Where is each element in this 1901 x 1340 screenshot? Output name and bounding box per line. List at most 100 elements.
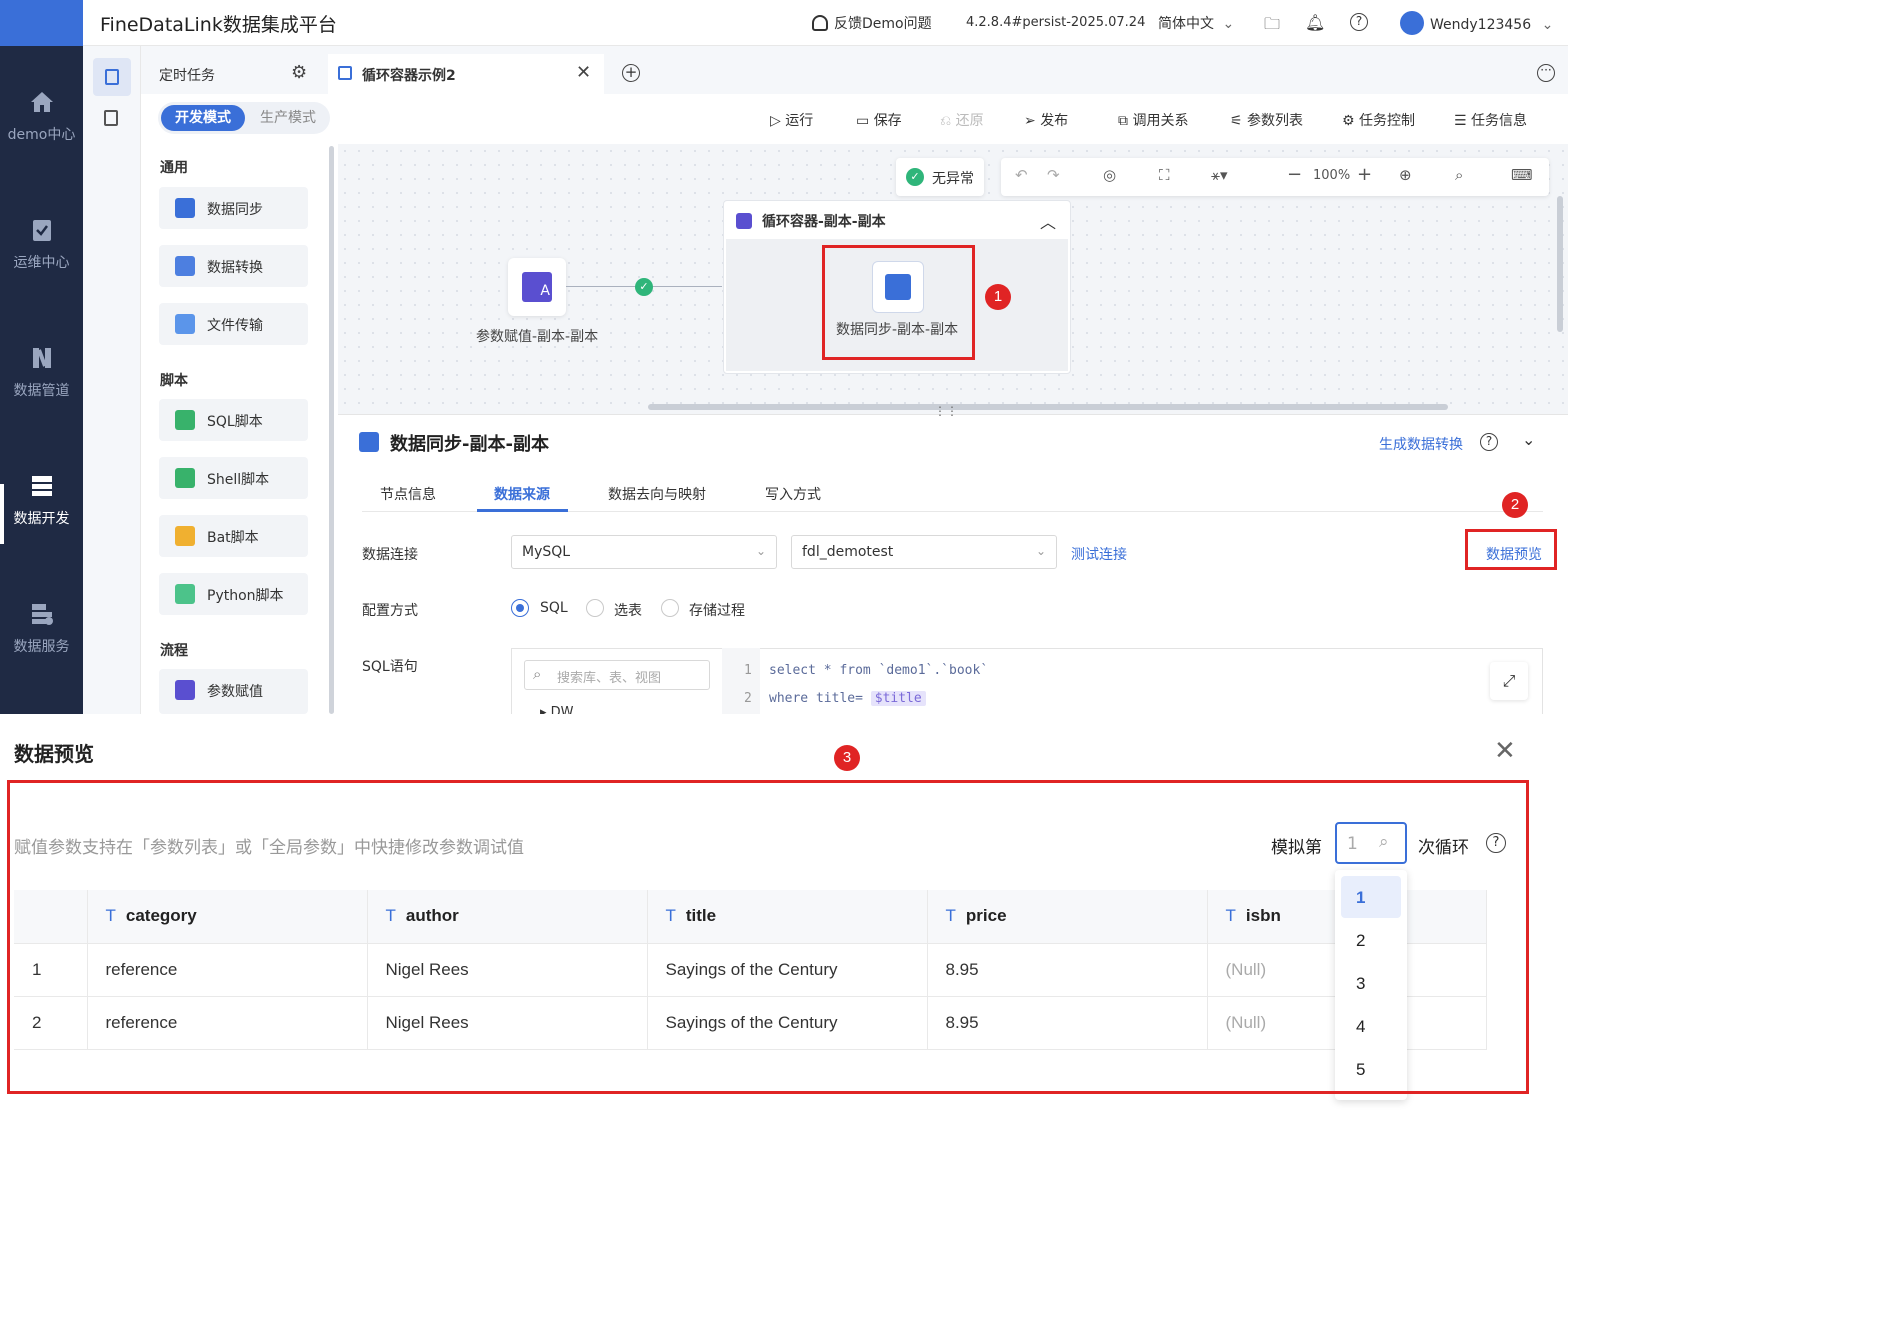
radio-procedure[interactable] [661, 599, 679, 617]
canvas-vscrollbar[interactable] [1557, 196, 1563, 332]
params-label: 参数列表 [1247, 113, 1304, 129]
feedback-link[interactable]: 反馈Demo问题 [812, 13, 932, 33]
more-icon[interactable]: ··· [1537, 64, 1555, 82]
python-icon [175, 584, 195, 604]
tab-data-target[interactable]: 数据去向与映射 [608, 484, 706, 504]
tab-node-info[interactable]: 节点信息 [380, 484, 436, 504]
db-type-select[interactable]: MySQL ⌄ [511, 535, 777, 569]
db-type-value: MySQL [522, 544, 571, 560]
save-label: 保存 [873, 113, 902, 129]
sidebar-item-service[interactable]: 数据服务 [0, 600, 83, 656]
canvas-hscrollbar[interactable] [648, 404, 1448, 410]
close-icon[interactable]: ✕ [1494, 736, 1516, 766]
param-node-label: 参数赋值-副本-副本 [476, 329, 599, 345]
fit-view-icon[interactable]: ⛶ [1159, 166, 1170, 184]
sidebar-item-datadev[interactable]: 数据开发 [0, 472, 83, 528]
node-bat-script[interactable]: Bat脚本 [159, 515, 308, 557]
zoom-in-icon[interactable]: + [1357, 164, 1372, 185]
sidebar-item-ops[interactable]: 运维中心 [0, 216, 83, 272]
group-script: 脚本 [160, 373, 188, 389]
fingerprint-icon[interactable]: ◎ [1103, 166, 1116, 184]
add-tab-button[interactable]: + [622, 64, 640, 82]
chevron-down-icon: ⌄ [1035, 544, 1046, 558]
zoom-level: 100% [1313, 168, 1351, 183]
document-icon[interactable] [104, 110, 118, 126]
generate-transform-link[interactable]: 生成数据转换 [1379, 434, 1463, 454]
params-button[interactable]: ⚟ 参数列表 [1230, 110, 1303, 130]
expand-icon[interactable]: ⤢ [1490, 662, 1528, 700]
prod-mode-button[interactable]: 生产模式 [250, 105, 326, 131]
help-icon[interactable]: ? [1480, 433, 1498, 451]
chevron-down-icon: ⌄ [1222, 16, 1235, 32]
tab-loop-example[interactable]: 循环容器示例2 ✕ [328, 54, 604, 94]
param-assign-icon: A [522, 272, 552, 302]
user-menu[interactable]: Wendy123456 ⌄ [1400, 11, 1553, 35]
properties-title: 数据同步-副本-副本 [390, 434, 549, 455]
search-icon[interactable]: ⌕ [1455, 166, 1463, 184]
data-dev-icon [31, 476, 52, 496]
task-list-icon[interactable] [93, 58, 131, 96]
radio-table-label: 选表 [614, 603, 642, 619]
node-data-sync[interactable]: 数据同步 [159, 187, 308, 229]
tree-item[interactable]: ▸ DW [540, 704, 574, 714]
sidebar-item-demo[interactable]: demo中心 [0, 88, 83, 144]
collapse-chevron-icon[interactable]: ⌄ [1522, 430, 1535, 449]
resize-handle-icon[interactable]: ⋮⋮ [934, 404, 958, 418]
db-name-select[interactable]: fdl_demotest ⌄ [791, 535, 1057, 569]
close-icon[interactable]: ✕ [576, 62, 591, 83]
send-icon: ➢ [1024, 113, 1041, 129]
radio-table[interactable] [586, 599, 604, 617]
chevron-up-icon[interactable]: ︿ [1040, 209, 1056, 233]
bell-icon[interactable]: 🔔︎ [1305, 13, 1325, 32]
mode-switch[interactable]: 开发模式 生产模式 [158, 102, 330, 134]
node-python-script[interactable]: Python脚本 [159, 573, 308, 615]
folder-upload-icon [175, 314, 195, 334]
node-data-transform[interactable]: 数据转换 [159, 245, 308, 287]
folder-icon[interactable]: 🗀 [1264, 13, 1280, 40]
language-select[interactable]: 简体中文 ⌄ [1158, 13, 1234, 33]
task-info-button[interactable]: ☰ 任务信息 [1454, 110, 1527, 130]
undo-icon[interactable]: ↶ [1015, 166, 1028, 184]
step-badge: 1 [985, 284, 1011, 310]
pipeline-icon [32, 348, 51, 368]
task-control-button[interactable]: ⚙ 任务控制 [1342, 110, 1415, 130]
restore-button[interactable]: ⎌ 还原 [940, 110, 984, 130]
help-icon[interactable]: ? [1350, 13, 1368, 31]
publish-label: 发布 [1040, 113, 1069, 129]
test-connection-link[interactable]: 测试连接 [1071, 544, 1127, 564]
info-label: 任务信息 [1471, 113, 1528, 129]
radio-sql[interactable] [511, 599, 529, 617]
group-flow: 流程 [160, 643, 188, 659]
param-assign-node[interactable]: A [508, 258, 566, 316]
publish-button[interactable]: ➢ 发布 [1024, 110, 1068, 130]
code-line[interactable]: where title= $title [769, 691, 926, 706]
status-pill[interactable]: ✓ 无异常 [896, 158, 984, 196]
redo-icon[interactable]: ↷ [1047, 166, 1060, 184]
node-sql-script[interactable]: SQL脚本 [159, 399, 308, 441]
chevron-down-icon: ⌄ [1541, 17, 1554, 33]
keyboard-icon[interactable]: ⌨ [1511, 166, 1533, 184]
highlight-box [822, 245, 975, 360]
node-file-transfer[interactable]: 文件传输 [159, 303, 308, 345]
panel-scrollbar[interactable] [329, 146, 334, 714]
locate-icon[interactable]: ⊕ [1399, 166, 1412, 184]
zoom-out-icon[interactable]: − [1287, 164, 1302, 185]
save-button[interactable]: ▭ 保存 [856, 110, 902, 130]
dev-mode-button[interactable]: 开发模式 [161, 105, 245, 131]
node-shell-script[interactable]: Shell脚本 [159, 457, 308, 499]
app-title: FineDataLink数据集成平台 [100, 14, 337, 36]
main-sidebar: demo中心 运维中心 数据管道 数据开发 数据服务 [0, 46, 83, 714]
object-search[interactable]: ⌕ 搜索库、表、视图 [524, 660, 710, 690]
gear-icon[interactable]: ⚙ [291, 62, 307, 83]
run-button[interactable]: ▷ 运行 [770, 110, 813, 130]
relation-button[interactable]: ⧉ 调用关系 [1118, 110, 1188, 130]
node-param-assign[interactable]: 参数赋值 [159, 669, 308, 714]
tab-data-source[interactable]: 数据来源 [494, 484, 550, 504]
tab-scheduled[interactable]: 定时任务 ⚙ [141, 54, 323, 94]
tab-write-mode[interactable]: 写入方式 [765, 484, 821, 504]
sidebar-item-pipeline[interactable]: 数据管道 [0, 344, 83, 400]
task-control-icon: ⚙ [1342, 113, 1360, 129]
sql-label: SQL语句 [362, 659, 418, 675]
code-line[interactable]: select * from `demo1`.`book` [769, 663, 988, 678]
layout-icon[interactable]: ⚹▾ [1211, 166, 1228, 184]
